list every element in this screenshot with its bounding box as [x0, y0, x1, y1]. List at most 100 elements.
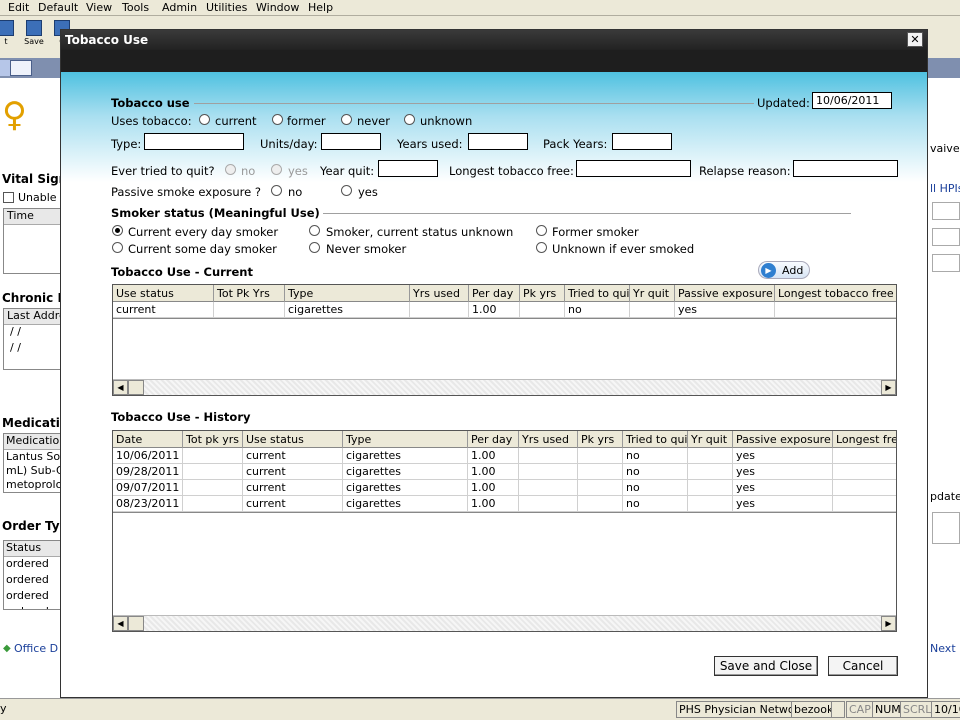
pack-years-field[interactable]	[612, 133, 672, 150]
field[interactable]	[932, 512, 960, 544]
all-hpis-link[interactable]: ll HPIs	[930, 182, 960, 195]
chronic-table[interactable]: Last Addre / / / /	[3, 308, 63, 370]
table-cell	[578, 480, 623, 496]
uses-unknown-radio[interactable]	[404, 114, 415, 125]
menu-view[interactable]: View	[86, 1, 112, 14]
menu-utilities[interactable]: Utilities	[206, 1, 247, 14]
longest-free-field[interactable]	[576, 160, 691, 177]
column-header[interactable]: Tot pk yrs	[183, 431, 243, 448]
column-header[interactable]: Pk yrs	[578, 431, 623, 448]
toolbar-button[interactable]: t	[0, 18, 20, 56]
column-header[interactable]: Yr quit	[688, 431, 733, 448]
column-header[interactable]: Tot Pk Yrs	[214, 285, 285, 302]
uses-never-radio[interactable]	[341, 114, 352, 125]
cancel-button[interactable]: Cancel	[828, 656, 898, 676]
scroll-left-icon[interactable]: ◀	[113, 616, 128, 631]
table-cell	[688, 480, 733, 496]
years-used-field[interactable]	[468, 133, 528, 150]
add-button[interactable]: ▶ Add	[758, 261, 810, 279]
unknown-ever-smoked-radio[interactable]	[536, 242, 547, 253]
menu-admin[interactable]: Admin	[162, 1, 197, 14]
list-view-icon[interactable]	[10, 60, 32, 76]
menu-tools[interactable]: Tools	[122, 1, 149, 14]
passive-yes-radio[interactable]	[341, 185, 352, 196]
column-header[interactable]: Use status	[243, 431, 343, 448]
scroll-right-icon[interactable]: ▶	[881, 616, 896, 631]
tried-yes-label: yes	[288, 164, 308, 178]
table-cell: yes	[733, 448, 833, 464]
dialog-titlebar[interactable]: Tobacco Use ✕	[61, 30, 927, 50]
scroll-thumb[interactable]	[128, 616, 144, 631]
type-field[interactable]	[144, 133, 244, 150]
year-quit-field[interactable]	[378, 160, 438, 177]
next-link[interactable]: Next	[930, 642, 956, 655]
former-smoker-radio[interactable]	[536, 225, 547, 236]
relapse-reason-field[interactable]	[793, 160, 898, 177]
column-header[interactable]: Pk yrs	[520, 285, 565, 302]
horizontal-scrollbar[interactable]: ◀ ▶	[113, 379, 896, 395]
field[interactable]	[932, 202, 960, 220]
units-per-day-field[interactable]	[321, 133, 381, 150]
uses-current-radio[interactable]	[199, 114, 210, 125]
save-button[interactable]: Save	[20, 18, 48, 56]
column-header[interactable]: Type	[285, 285, 410, 302]
table-cell: yes	[733, 480, 833, 496]
column-header[interactable]: Per day	[469, 285, 520, 302]
column-header[interactable]: Per day	[468, 431, 519, 448]
column-header[interactable]: Date	[113, 431, 183, 448]
column-header[interactable]: Passive exposure	[733, 431, 833, 448]
current-usage-table[interactable]: Use status Tot Pk Yrs Type Yrs used Per …	[112, 284, 897, 396]
status-unknown-radio[interactable]	[309, 225, 320, 236]
field[interactable]	[932, 254, 960, 272]
update-button[interactable]: pdate	[930, 490, 960, 503]
column-header[interactable]: Type	[343, 431, 468, 448]
table-row[interactable]: 09/28/2011 current cigarettes 1.00 no yes	[113, 464, 896, 480]
menu-window[interactable]: Window	[256, 1, 299, 14]
column-header[interactable]: Yr quit	[630, 285, 675, 302]
right-pane: vaiver ll HPIs pdate Next	[928, 78, 960, 698]
table-cell: 1.00	[469, 302, 520, 318]
updated-date-field[interactable]: 10/06/2011	[812, 92, 892, 109]
orders-table[interactable]: Status ordered ordered ordered ordered	[3, 540, 63, 610]
table-row[interactable]: 10/06/2011 current cigarettes 1.00 no yes	[113, 448, 896, 464]
table-row[interactable]: 09/07/2011 current cigarettes 1.00 no yes	[113, 480, 896, 496]
num-indicator: NUM	[872, 701, 904, 718]
unable-checkbox[interactable]	[3, 192, 14, 203]
column-header[interactable]: Yrs used	[519, 431, 578, 448]
office-link[interactable]: Office D	[14, 642, 58, 655]
column-header[interactable]: Longest free	[833, 431, 896, 448]
menu-default[interactable]: Default	[38, 1, 78, 14]
table-row[interactable]: 08/23/2011 current cigarettes 1.00 no yes	[113, 496, 896, 512]
vitals-table[interactable]: Time	[3, 208, 63, 274]
former-smoker-label: Former smoker	[552, 225, 639, 239]
uses-former-radio[interactable]	[272, 114, 283, 125]
table-cell: 1.00	[468, 496, 519, 512]
medication-table[interactable]: Medication Lantus Sol mL) Sub-Q metoprol…	[3, 433, 63, 493]
passive-no-radio[interactable]	[271, 185, 282, 196]
scroll-right-icon[interactable]: ▶	[881, 380, 896, 395]
column-header[interactable]: Passive exposure	[675, 285, 775, 302]
column-header[interactable]: Yrs used	[410, 285, 469, 302]
history-table[interactable]: Date Tot pk yrs Use status Type Per day …	[112, 430, 897, 632]
save-and-close-button[interactable]: Save and Close	[714, 656, 818, 676]
close-icon[interactable]: ✕	[907, 32, 923, 47]
column-header[interactable]: Longest tobacco free	[775, 285, 896, 302]
column-header[interactable]: Use status	[113, 285, 214, 302]
field[interactable]	[932, 228, 960, 246]
menu-edit[interactable]: Edit	[8, 1, 29, 14]
table-row[interactable]: current cigarettes 1.00 no yes	[113, 302, 896, 318]
column-header[interactable]: Tried to quit	[565, 285, 630, 302]
waiver-link[interactable]: vaiver	[930, 142, 960, 155]
current-every-day-radio[interactable]	[112, 225, 123, 236]
scroll-left-icon[interactable]: ◀	[113, 380, 128, 395]
current-some-day-radio[interactable]	[112, 242, 123, 253]
scroll-thumb[interactable]	[128, 380, 144, 395]
column-header[interactable]: Tried to quit	[623, 431, 688, 448]
table-cell	[519, 448, 578, 464]
tried-yes-radio[interactable]	[271, 164, 282, 175]
horizontal-scrollbar[interactable]: ◀ ▶	[113, 615, 896, 631]
menu-help[interactable]: Help	[308, 1, 333, 14]
tried-no-radio[interactable]	[225, 164, 236, 175]
tab[interactable]	[0, 60, 10, 76]
never-smoker-radio[interactable]	[309, 242, 320, 253]
